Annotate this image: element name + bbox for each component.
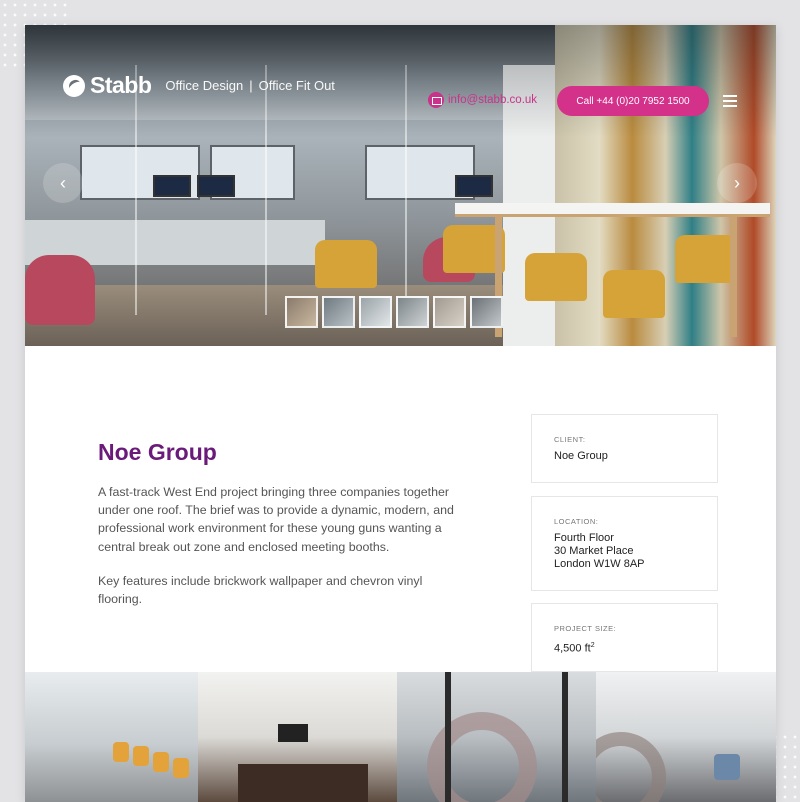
slider-thumbnails [285,296,503,328]
brand-tagline: Office Design | Office Fit Out [165,78,335,93]
slider-prev-button[interactable]: ‹ [43,163,83,203]
location-line: London W1W 8AP [554,558,645,570]
gallery-chair [153,752,169,772]
gallery-door-frame [445,672,451,802]
slider-thumbnail[interactable] [470,296,503,328]
gallery-chair [113,742,129,762]
location-value: Fourth Floor 30 Market Place London W1W … [554,532,695,571]
mail-icon [428,92,444,108]
gallery-door-frame [562,672,568,802]
project-description: A fast-track West End project bringing t… [98,483,458,624]
project-content: Noe Group A fast-track West End project … [25,346,776,672]
email-link[interactable]: info@stabb.co.uk [428,92,537,108]
gallery-graphic [596,732,666,802]
description-paragraph: A fast-track West End project bringing t… [98,485,454,554]
slider-next-button[interactable]: › [717,163,757,203]
gallery-image[interactable] [596,672,776,802]
size-unit-superscript: 2 [590,642,595,649]
gallery-image[interactable] [25,672,198,802]
gallery-screen [278,724,308,742]
gallery-graphic [427,712,537,802]
arrow-circle [43,163,83,203]
gallery-chair [173,758,189,778]
slider-thumbnail[interactable] [322,296,355,328]
project-gallery [25,672,776,802]
client-card: CLIENT: Noe Group [531,414,718,483]
slider-thumbnail[interactable] [285,296,318,328]
logo-icon [63,74,85,97]
gallery-chair [714,754,740,780]
project-size-value: 4,500 ft2 [554,639,695,656]
tagline-separator: | [249,78,253,93]
slider-thumbnail[interactable] [396,296,429,328]
email-text: info@stabb.co.uk [448,94,538,106]
gallery-image[interactable] [397,672,596,802]
slider-thumbnail[interactable] [359,296,392,328]
slider-thumbnail[interactable] [433,296,466,328]
page-frame: Stabb Office Design | Office Fit Out info@… [25,25,776,802]
arrow-circle [717,163,757,203]
gallery-image[interactable] [198,672,397,802]
location-line: 30 Market Place [554,545,634,557]
tagline-office-design: Office Design [165,78,244,93]
location-card: LOCATION: Fourth Floor 30 Market Place L… [531,496,718,591]
description-paragraph: Key features include brickwork wallpaper… [98,573,423,607]
client-value: Noe Group [554,450,608,462]
hero-slider: Stabb Office Design | Office Fit Out info@… [25,25,776,346]
client-label: CLIENT: [554,435,586,444]
project-size-card: PROJECT SIZE: 4,500 ft2 [531,603,718,672]
brand-name: Stabb [90,72,152,98]
location-line: Fourth Floor [554,532,614,544]
gallery-chair [133,746,149,766]
project-size-label: PROJECT SIZE: [554,624,617,633]
tagline-office-fit-out: Office Fit Out [258,78,335,93]
gallery-table [238,764,368,802]
project-title: Noe Group [98,439,217,465]
brand[interactable]: Stabb Office Design | Office Fit Out [63,72,335,99]
hamburger-menu-icon[interactable] [723,95,737,107]
call-button[interactable]: Call +44 (0)20 7952 1500 [557,86,709,116]
location-label: LOCATION: [554,517,599,526]
size-number: 4,500 ft [554,642,591,655]
